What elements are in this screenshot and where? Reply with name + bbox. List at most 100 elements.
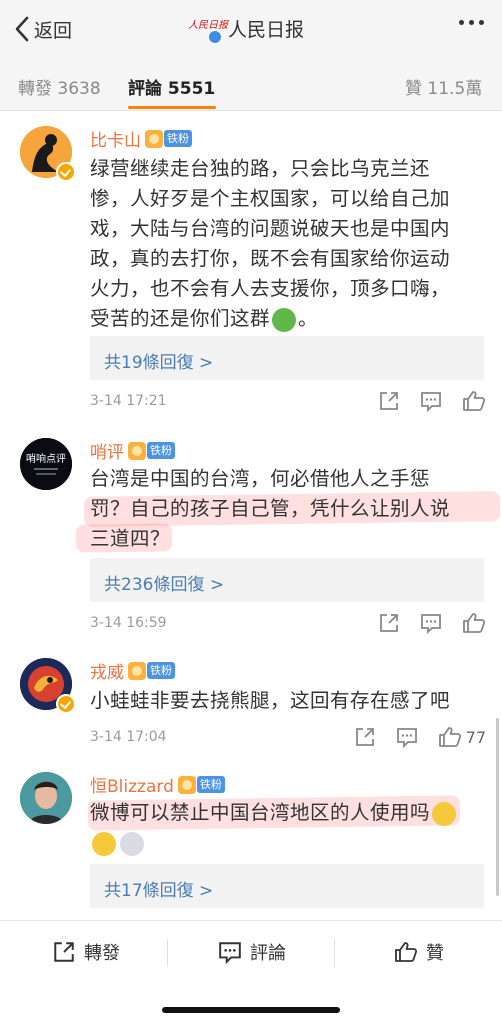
comment-actions — [358, 612, 486, 634]
emoji-row — [90, 828, 486, 858]
comment-line-last: 受苦的还是你们这群 。 — [90, 304, 486, 334]
like-count: 77 — [465, 727, 486, 747]
comment-item: 比卡山 铁粉 绿营继续走台独的路，只会比乌克兰还 惨，人好歹是个主权国家，可以给… — [0, 112, 502, 422]
comment-text: 微博可以禁止中国台湾地区的人使用吗 — [90, 798, 486, 858]
replies-count-label: 共236條回復 > — [104, 575, 225, 595]
repost-label: 轉發 — [84, 943, 120, 964]
comment-line: 微博可以禁止中国台湾地区的人使用吗 — [90, 801, 431, 824]
replies-count-label: 共19條回復 > — [104, 353, 214, 373]
tab-repost-label: 轉發 — [18, 79, 52, 99]
more-options-icon[interactable] — [459, 20, 484, 25]
comment-item: 戎威 铁粉 小蛙蛙非要去挠熊腿，这回有存在感了吧 3-14 17:04 77 — [0, 650, 502, 760]
fan-badge: 铁粉 — [196, 776, 225, 793]
comment-icon — [219, 942, 241, 964]
like-icon[interactable] — [462, 612, 486, 634]
frog-emoji-icon — [272, 307, 297, 332]
share-icon — [54, 942, 74, 962]
fan-medal-icon — [145, 129, 163, 148]
comment-line: 戏，大陆与台湾的问题说破天也是中国内 — [90, 217, 451, 240]
avatar-text: 哨响点评 — [26, 452, 66, 465]
reply-icon[interactable] — [396, 726, 418, 748]
home-indicator[interactable] — [162, 1007, 340, 1013]
comment-author[interactable]: 比卡山 — [90, 126, 141, 151]
comment-line: 绿营继续走台独的路，只会比乌克兰还 — [90, 157, 431, 180]
smirk-emoji-icon — [432, 801, 457, 826]
like-label: 贊 — [426, 943, 444, 964]
comment-author-row: 哨评 铁粉 — [90, 438, 175, 463]
comment-author[interactable]: 戎威 — [90, 658, 124, 683]
comment-meta: 3-14 16:59 — [90, 612, 486, 636]
reply-icon[interactable] — [420, 612, 442, 634]
comment-tail: 。 — [298, 307, 319, 330]
scrollbar[interactable] — [496, 718, 499, 896]
tab-comment-label: 評論 — [128, 79, 162, 99]
like-icon[interactable] — [462, 390, 486, 412]
chevron-left-icon — [15, 16, 29, 42]
divider — [334, 939, 335, 967]
comment-author[interactable]: 恒Blizzard — [90, 772, 174, 797]
reply-icon[interactable] — [420, 390, 442, 412]
share-icon[interactable] — [378, 612, 400, 634]
share-icon[interactable] — [378, 390, 400, 412]
comment-line: 政，真的去打你，既不会有国家给你运动 — [90, 247, 451, 270]
share-icon[interactable] — [354, 726, 376, 748]
verified-icon — [56, 162, 76, 182]
repost-button[interactable]: 轉發 — [52, 939, 120, 965]
comment-author-row: 比卡山 铁粉 — [90, 126, 192, 151]
panda-emoji-icon — [120, 831, 144, 856]
back-label: 返回 — [34, 19, 73, 42]
comment-actions — [358, 390, 486, 412]
comment-line: 受苦的还是你们这群 — [90, 307, 271, 330]
comment-author[interactable]: 哨评 — [90, 438, 124, 463]
verified-badge-icon — [208, 30, 222, 44]
tab-repost[interactable]: 轉發 3638 — [18, 74, 101, 99]
verified-icon — [56, 694, 76, 714]
divider — [167, 939, 168, 967]
tab-like[interactable]: 贊 11.5萬 — [405, 74, 482, 99]
fan-badge: 铁粉 — [147, 662, 175, 679]
comment-line: 三道四？ — [90, 527, 171, 550]
fan-badge: 铁粉 — [164, 130, 192, 147]
logo-text: 人民日报 — [188, 20, 228, 31]
comment-line: 惨，人好歹是个主权国家，可以给自己加 — [90, 187, 451, 210]
comment-item: 哨响点评 哨评 铁粉 台湾是中国的台湾，何必借他人之手惩 罚？自己的孩子自己管，… — [0, 426, 502, 646]
avatar[interactable]: 哨响点评 — [20, 438, 72, 490]
comment-author-row: 戎威 铁粉 — [90, 658, 175, 683]
comment-time: 3-14 17:04 — [90, 729, 167, 745]
avatar[interactable] — [20, 772, 72, 824]
comment-meta: 3-14 17:21 — [90, 390, 486, 414]
comment-text: 台湾是中国的台湾，何必借他人之手惩 罚？自己的孩子自己管，凭什么让别人说 三道四… — [90, 464, 486, 554]
comment-tabs: 轉發 3638 評論 5551 贊 11.5萬 — [0, 58, 502, 111]
replies-count-label: 共17條回復 > — [104, 881, 214, 901]
comment-text: 小蛙蛙非要去挠熊腿，这回有存在感了吧 — [90, 686, 486, 716]
back-button[interactable]: 返回 — [14, 14, 72, 44]
comment-actions: 77 — [334, 726, 486, 748]
page-header: 人民日报 人民日报 — [188, 14, 304, 44]
bottom-action-bar: 轉發 評論 贊 — [0, 920, 502, 985]
like-icon — [438, 727, 461, 747]
comment-meta: 3-14 17:04 77 — [90, 726, 486, 750]
thumbs-up-icon — [395, 942, 418, 962]
comment-item: 恒Blizzard 铁粉 微博可以禁止中国台湾地区的人使用吗 共17條回復 > — [0, 764, 502, 914]
comment-line: 台湾是中国的台湾，何必借他人之手惩 — [90, 467, 431, 490]
like-button[interactable]: 贊 — [394, 939, 444, 965]
comment-button[interactable]: 評論 — [218, 939, 286, 965]
comment-line: 罚？自己的孩子自己管，凭什么让别人说 — [90, 497, 451, 520]
tab-comment[interactable]: 評論 5551 — [128, 74, 215, 99]
comment-time: 3-14 17:21 — [90, 393, 167, 409]
tab-like-count: 11.5萬 — [427, 79, 483, 99]
like-button[interactable]: 77 — [438, 726, 486, 748]
view-replies-button[interactable]: 共236條回復 > — [90, 558, 484, 602]
fan-medal-icon — [128, 441, 146, 460]
comment-line: 小蛙蛙非要去挠熊腿，这回有存在感了吧 — [90, 689, 451, 712]
comment-time: 3-14 16:59 — [90, 615, 167, 631]
comment-text: 绿营继续走台独的路，只会比乌克兰还 惨，人好歹是个主权国家，可以给自己加 戏，大… — [90, 154, 486, 334]
comment-label: 評論 — [250, 943, 286, 964]
active-tab-indicator — [128, 106, 216, 109]
top-nav-bar: 返回 人民日报 人民日报 — [0, 0, 502, 58]
fan-badge: 铁粉 — [147, 442, 175, 459]
publisher-logo: 人民日报 — [188, 14, 228, 44]
comment-author-row: 恒Blizzard 铁粉 — [90, 772, 225, 797]
view-replies-button[interactable]: 共19條回復 > — [90, 336, 484, 380]
view-replies-button[interactable]: 共17條回復 > — [90, 864, 484, 908]
